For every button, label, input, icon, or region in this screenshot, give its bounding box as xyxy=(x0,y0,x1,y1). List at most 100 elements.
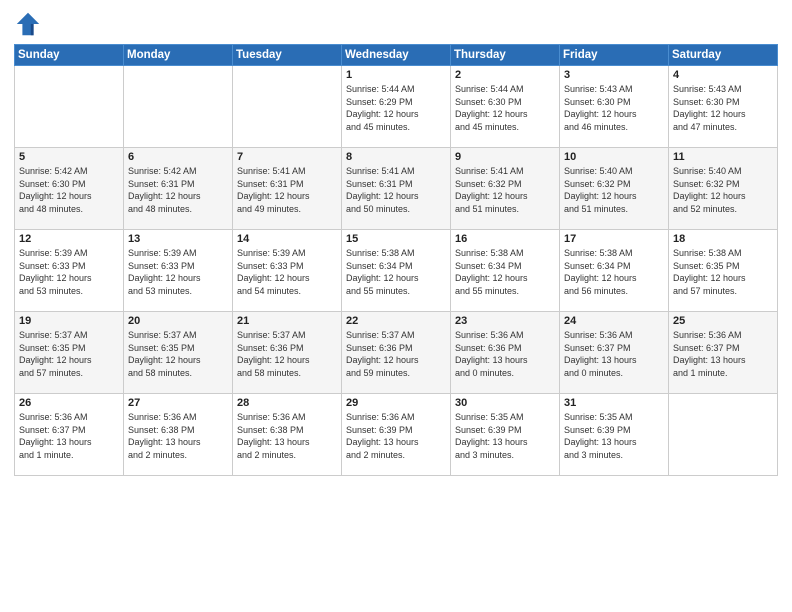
day-info: Sunrise: 5:36 AM Sunset: 6:37 PM Dayligh… xyxy=(564,329,664,379)
day-number: 4 xyxy=(673,69,773,81)
day-cell: 28Sunrise: 5:36 AM Sunset: 6:38 PM Dayli… xyxy=(233,394,342,476)
calendar: SundayMondayTuesdayWednesdayThursdayFrid… xyxy=(14,44,778,476)
day-info: Sunrise: 5:39 AM Sunset: 6:33 PM Dayligh… xyxy=(128,247,228,297)
day-info: Sunrise: 5:37 AM Sunset: 6:36 PM Dayligh… xyxy=(346,329,446,379)
day-number: 31 xyxy=(564,397,664,409)
day-cell: 31 Sunrise: 5:35 AM Sunset: 6:39 PM Dayli… xyxy=(560,394,669,476)
day-info: Sunrise: 5:38 AM Sunset: 6:34 PM Dayligh… xyxy=(564,247,664,297)
day-cell: 10 Sunrise: 5:40 AM Sunset: 6:32 PM Dayli… xyxy=(560,148,669,230)
day-cell: 9 Sunrise: 5:41 AM Sunset: 6:32 PM Daylig… xyxy=(451,148,560,230)
day-info: Sunrise: 5:36 AM Sunset: 6:36 PM Dayligh… xyxy=(455,329,555,379)
week-row-4: 26Sunrise: 5:36 AM Sunset: 6:37 PM Dayli… xyxy=(15,394,778,476)
day-cell: 17 Sunrise: 5:38 AM Sunset: 6:34 PM Dayli… xyxy=(560,230,669,312)
day-info: Sunrise: 5:36 AM Sunset: 6:39 PM Dayligh… xyxy=(346,411,446,461)
day-info: Sunrise: 5:40 AM Sunset: 6:32 PM Dayligh… xyxy=(564,165,664,215)
day-info: Sunrise: 5:35 AM Sunset: 6:39 PM Dayligh… xyxy=(455,411,555,461)
day-number: 11 xyxy=(673,151,773,163)
weekday-saturday: Saturday xyxy=(669,45,778,66)
day-cell: 16 Sunrise: 5:38 AM Sunset: 6:34 PM Dayli… xyxy=(451,230,560,312)
day-cell: 13 Sunrise: 5:39 AM Sunset: 6:33 PM Dayli… xyxy=(124,230,233,312)
day-cell: 14 Sunrise: 5:39 AM Sunset: 6:33 PM Dayli… xyxy=(233,230,342,312)
weekday-tuesday: Tuesday xyxy=(233,45,342,66)
day-cell: 3 Sunrise: 5:43 AM Sunset: 6:30 PM Daylig… xyxy=(560,66,669,148)
week-row-2: 12 Sunrise: 5:39 AM Sunset: 6:33 PM Dayli… xyxy=(15,230,778,312)
day-number: 9 xyxy=(455,151,555,163)
day-info: Sunrise: 5:42 AM Sunset: 6:31 PM Dayligh… xyxy=(128,165,228,215)
day-number: 2 xyxy=(455,69,555,81)
day-number: 30 xyxy=(455,397,555,409)
day-cell: 29 Sunrise: 5:36 AM Sunset: 6:39 PM Dayli… xyxy=(342,394,451,476)
day-info: Sunrise: 5:37 AM Sunset: 6:35 PM Dayligh… xyxy=(19,329,119,379)
day-cell xyxy=(233,66,342,148)
day-number: 14 xyxy=(237,233,337,245)
day-number: 7 xyxy=(237,151,337,163)
day-number: 20 xyxy=(128,315,228,327)
header xyxy=(14,10,778,38)
day-number: 15 xyxy=(346,233,446,245)
day-info: Sunrise: 5:43 AM Sunset: 6:30 PM Dayligh… xyxy=(673,83,773,133)
day-info: Sunrise: 5:44 AM Sunset: 6:30 PM Dayligh… xyxy=(455,83,555,133)
day-info: Sunrise: 5:35 AM Sunset: 6:39 PM Dayligh… xyxy=(564,411,664,461)
weekday-thursday: Thursday xyxy=(451,45,560,66)
day-cell: 15Sunrise: 5:38 AM Sunset: 6:34 PM Dayli… xyxy=(342,230,451,312)
weekday-monday: Monday xyxy=(124,45,233,66)
day-cell: 8 Sunrise: 5:41 AM Sunset: 6:31 PM Daylig… xyxy=(342,148,451,230)
day-cell xyxy=(669,394,778,476)
day-cell xyxy=(124,66,233,148)
day-number: 23 xyxy=(455,315,555,327)
day-cell: 26Sunrise: 5:36 AM Sunset: 6:37 PM Dayli… xyxy=(15,394,124,476)
day-number: 16 xyxy=(455,233,555,245)
day-number: 19 xyxy=(19,315,119,327)
day-cell: 2 Sunrise: 5:44 AM Sunset: 6:30 PM Daylig… xyxy=(451,66,560,148)
day-cell: 20 Sunrise: 5:37 AM Sunset: 6:35 PM Dayli… xyxy=(124,312,233,394)
day-cell: 4 Sunrise: 5:43 AM Sunset: 6:30 PM Daylig… xyxy=(669,66,778,148)
day-info: Sunrise: 5:41 AM Sunset: 6:31 PM Dayligh… xyxy=(346,165,446,215)
logo xyxy=(14,10,46,38)
day-info: Sunrise: 5:42 AM Sunset: 6:30 PM Dayligh… xyxy=(19,165,119,215)
day-info: Sunrise: 5:38 AM Sunset: 6:35 PM Dayligh… xyxy=(673,247,773,297)
day-number: 27 xyxy=(128,397,228,409)
day-info: Sunrise: 5:36 AM Sunset: 6:38 PM Dayligh… xyxy=(128,411,228,461)
day-info: Sunrise: 5:39 AM Sunset: 6:33 PM Dayligh… xyxy=(237,247,337,297)
day-cell: 5 Sunrise: 5:42 AM Sunset: 6:30 PM Daylig… xyxy=(15,148,124,230)
day-info: Sunrise: 5:41 AM Sunset: 6:32 PM Dayligh… xyxy=(455,165,555,215)
day-number: 29 xyxy=(346,397,446,409)
day-info: Sunrise: 5:37 AM Sunset: 6:35 PM Dayligh… xyxy=(128,329,228,379)
day-info: Sunrise: 5:37 AM Sunset: 6:36 PM Dayligh… xyxy=(237,329,337,379)
day-cell: 7 Sunrise: 5:41 AM Sunset: 6:31 PM Daylig… xyxy=(233,148,342,230)
day-info: Sunrise: 5:41 AM Sunset: 6:31 PM Dayligh… xyxy=(237,165,337,215)
day-cell: 27 Sunrise: 5:36 AM Sunset: 6:38 PM Dayli… xyxy=(124,394,233,476)
day-number: 5 xyxy=(19,151,119,163)
day-number: 13 xyxy=(128,233,228,245)
day-number: 28 xyxy=(237,397,337,409)
weekday-sunday: Sunday xyxy=(15,45,124,66)
day-number: 12 xyxy=(19,233,119,245)
day-number: 8 xyxy=(346,151,446,163)
day-cell: 6 Sunrise: 5:42 AM Sunset: 6:31 PM Daylig… xyxy=(124,148,233,230)
day-number: 6 xyxy=(128,151,228,163)
day-cell: 21 Sunrise: 5:37 AM Sunset: 6:36 PM Dayli… xyxy=(233,312,342,394)
day-cell: 19 Sunrise: 5:37 AM Sunset: 6:35 PM Dayli… xyxy=(15,312,124,394)
day-number: 21 xyxy=(237,315,337,327)
day-cell: 11 Sunrise: 5:40 AM Sunset: 6:32 PM Dayli… xyxy=(669,148,778,230)
day-number: 22 xyxy=(346,315,446,327)
day-number: 3 xyxy=(564,69,664,81)
week-row-1: 5 Sunrise: 5:42 AM Sunset: 6:30 PM Daylig… xyxy=(15,148,778,230)
day-cell: 23 Sunrise: 5:36 AM Sunset: 6:36 PM Dayli… xyxy=(451,312,560,394)
day-cell: 24 Sunrise: 5:36 AM Sunset: 6:37 PM Dayli… xyxy=(560,312,669,394)
day-number: 1 xyxy=(346,69,446,81)
day-info: Sunrise: 5:38 AM Sunset: 6:34 PM Dayligh… xyxy=(455,247,555,297)
day-number: 17 xyxy=(564,233,664,245)
day-cell xyxy=(15,66,124,148)
day-cell: 1Sunrise: 5:44 AM Sunset: 6:29 PM Daylig… xyxy=(342,66,451,148)
day-info: Sunrise: 5:36 AM Sunset: 6:37 PM Dayligh… xyxy=(673,329,773,379)
logo-icon xyxy=(14,10,42,38)
day-info: Sunrise: 5:40 AM Sunset: 6:32 PM Dayligh… xyxy=(673,165,773,215)
day-cell: 25 Sunrise: 5:36 AM Sunset: 6:37 PM Dayli… xyxy=(669,312,778,394)
day-number: 26 xyxy=(19,397,119,409)
day-info: Sunrise: 5:43 AM Sunset: 6:30 PM Dayligh… xyxy=(564,83,664,133)
day-number: 10 xyxy=(564,151,664,163)
week-row-3: 19 Sunrise: 5:37 AM Sunset: 6:35 PM Dayli… xyxy=(15,312,778,394)
day-number: 25 xyxy=(673,315,773,327)
day-number: 24 xyxy=(564,315,664,327)
